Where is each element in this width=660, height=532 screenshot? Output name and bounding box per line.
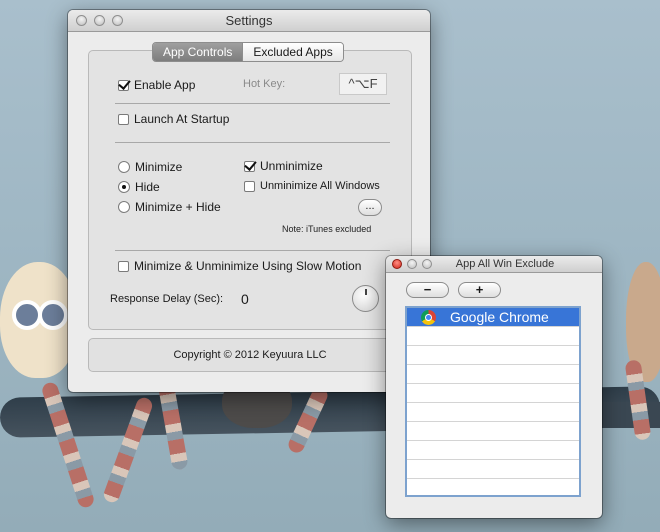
enable-app-label[interactable]: Enable App: [134, 78, 195, 92]
list-row-empty[interactable]: [407, 346, 579, 365]
chrome-icon: [421, 309, 436, 325]
zoom-button[interactable]: [112, 15, 123, 26]
hide-label[interactable]: Hide: [135, 180, 160, 194]
slow-motion-label[interactable]: Minimize & Unminimize Using Slow Motion: [134, 259, 361, 273]
list-row-empty[interactable]: [407, 441, 579, 460]
window-title: Settings: [225, 13, 273, 28]
divider: [115, 250, 390, 251]
response-delay-value: 0: [241, 291, 249, 307]
minimize-hide-row: Minimize + Hide: [118, 200, 221, 214]
launch-at-startup-label[interactable]: Launch At Startup: [134, 112, 229, 126]
minimize-radio[interactable]: [118, 161, 130, 173]
add-app-button[interactable]: +: [458, 282, 501, 298]
hot-key-label: Hot Key:: [243, 78, 286, 90]
window-controls: [392, 256, 432, 272]
tab-bar: App Controls Excluded Apps: [152, 42, 344, 62]
hide-row: Hide: [118, 180, 160, 194]
tab-app-controls[interactable]: App Controls: [153, 43, 243, 61]
minimize-hide-label[interactable]: Minimize + Hide: [135, 200, 221, 214]
tab-excluded-apps[interactable]: Excluded Apps: [242, 43, 343, 61]
launch-at-startup-checkbox[interactable]: [118, 113, 129, 125]
slow-motion-row: Minimize & Unminimize Using Slow Motion: [118, 259, 361, 273]
copyright-text: Copyright © 2012 Keyuura LLC: [173, 349, 327, 361]
minimize-button[interactable]: [407, 259, 417, 269]
divider: [115, 142, 390, 143]
response-delay-label: Response Delay (Sec):: [110, 293, 224, 305]
list-item-label: Google Chrome: [450, 308, 549, 325]
copyright-footer: Copyright © 2012 Keyuura LLC: [88, 338, 412, 372]
list-row-empty[interactable]: [407, 384, 579, 403]
unminimize-all-row: Unminimize All Windows: [244, 180, 380, 192]
unminimize-all-label[interactable]: Unminimize All Windows: [260, 180, 380, 192]
enable-app-row: Enable App: [118, 78, 195, 92]
unminimize-label[interactable]: Unminimize: [260, 159, 323, 173]
window-title: App All Win Exclude: [455, 258, 555, 270]
minimize-button[interactable]: [94, 15, 105, 26]
unminimize-all-checkbox[interactable]: [244, 180, 255, 192]
itunes-note: Note: iTunes excluded: [282, 224, 372, 234]
list-row-empty[interactable]: [407, 422, 579, 441]
remove-app-button[interactable]: −: [406, 282, 449, 298]
window-controls: [76, 10, 123, 31]
list-row-empty[interactable]: [407, 403, 579, 422]
close-button[interactable]: [76, 15, 87, 26]
slow-motion-checkbox[interactable]: [118, 260, 129, 272]
excluded-apps-list[interactable]: Google Chrome: [405, 306, 581, 497]
minimize-row: Minimize: [118, 160, 182, 174]
hide-radio[interactable]: [118, 181, 130, 193]
exclude-titlebar[interactable]: App All Win Exclude: [386, 256, 602, 273]
list-item[interactable]: Google Chrome: [407, 308, 579, 327]
enable-app-checkbox[interactable]: [118, 79, 129, 91]
settings-titlebar[interactable]: Settings: [68, 10, 430, 32]
more-options-button[interactable]: ...: [358, 199, 382, 216]
list-row-empty[interactable]: [407, 365, 579, 384]
unminimize-row: Unminimize: [244, 159, 323, 173]
hot-key-field[interactable]: ^⌥F: [339, 73, 387, 95]
unminimize-checkbox[interactable]: [244, 160, 255, 172]
close-button[interactable]: [392, 259, 402, 269]
minimize-label[interactable]: Minimize: [135, 160, 182, 174]
minimize-hide-radio[interactable]: [118, 201, 130, 213]
launch-startup-row: Launch At Startup: [118, 112, 229, 126]
list-row-empty[interactable]: [407, 460, 579, 479]
divider: [115, 103, 390, 104]
wallpaper-owl-eye: [38, 300, 68, 330]
response-delay-knob[interactable]: [352, 285, 379, 312]
list-row-empty[interactable]: [407, 327, 579, 346]
zoom-button[interactable]: [422, 259, 432, 269]
